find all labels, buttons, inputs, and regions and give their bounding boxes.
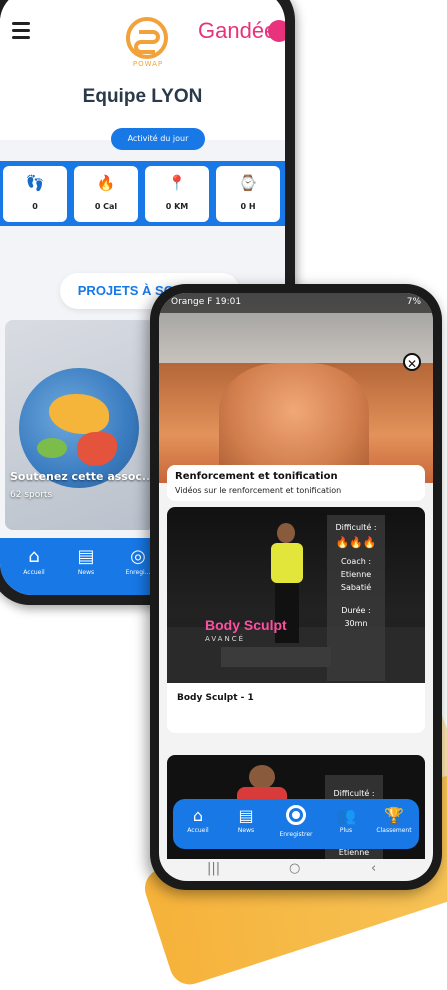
recents-icon[interactable]: ||| (207, 861, 220, 876)
nav-label: Enregistrer (279, 831, 313, 838)
nav-label: Classement (376, 827, 412, 834)
nav-label: Accueil (23, 569, 45, 576)
stat-card-hours: ⌚ 0 H (216, 166, 280, 222)
stat-card-calories: 🔥 0 Cal (74, 166, 138, 222)
status-bar: Orange F 19:01 7% (159, 293, 433, 313)
nav-item-home[interactable]: ⌂ Accueil (175, 805, 221, 834)
watch-icon: ⌚ (238, 174, 258, 192)
front-phone-screen: Orange F 19:01 7% ✕ Renforcement et toni… (159, 293, 433, 881)
partner-logo-mark (268, 20, 285, 42)
nav-label: News (237, 827, 255, 834)
front-phone: Orange F 19:01 7% ✕ Renforcement et toni… (150, 284, 442, 890)
powap-logo-text: POWAP (132, 60, 164, 68)
project-title: Soutenez cette assoc... (10, 470, 155, 483)
stat-value: 0 H (240, 202, 256, 211)
bottom-nav: ⌂ Accueil ▤ News Enregistrer 👥 Plus 🏆 Cl… (173, 799, 419, 849)
video-card[interactable]: Body Sculpt AVANCÉ Difficulté : 🔥🔥🔥 Coac… (167, 507, 425, 733)
stat-card-distance: 📍 0 KM (145, 166, 209, 222)
duration-label: Durée : (341, 606, 371, 615)
news-icon: ▤ (77, 546, 95, 567)
video-name: Body Sculpt - 1 (177, 693, 254, 703)
program-level: AVANCÉ (205, 635, 246, 643)
stat-value: 0 (32, 202, 38, 211)
home-icon: ⌂ (192, 806, 204, 825)
coach-figure (249, 765, 275, 789)
stat-value: 0 KM (165, 202, 189, 211)
nav-label: Accueil (187, 827, 209, 834)
nav-item-record[interactable]: Enregistrer (273, 805, 319, 838)
nav-label: News (77, 569, 95, 576)
coach-first-name: Etienne (340, 570, 372, 579)
flame-icon: 🔥 (96, 174, 116, 192)
program-title: Body Sculpt (205, 617, 287, 633)
coach-label: Coach : (340, 557, 372, 566)
difficulty-label: Difficulté : (335, 523, 377, 532)
record-icon (286, 805, 306, 825)
map-pin-icon: 📍 (167, 174, 187, 192)
partner-logo: Gandée (198, 18, 277, 43)
activity-button[interactable]: Activité du jour (111, 128, 205, 150)
footsteps-icon: 👣 (25, 174, 45, 192)
stat-card-steps: 👣 0 (3, 166, 67, 222)
duration-value: 30mn (344, 619, 368, 628)
hero-image (159, 293, 433, 483)
stat-value: 0 Cal (94, 202, 118, 211)
nav-item-plus[interactable]: 👥 Plus (323, 805, 369, 834)
menu-icon[interactable] (12, 22, 30, 43)
nav-item-ranking[interactable]: 🏆 Classement (371, 805, 417, 834)
project-subtitle: 62 sports (10, 490, 53, 500)
difficulty-label: Difficulté : (333, 789, 375, 798)
system-nav-bar: ||| ○ ‹ (159, 859, 433, 881)
category-subtitle: Vidéos sur le renforcement et tonificati… (175, 486, 342, 495)
powap-logo-icon (126, 17, 168, 59)
home-circle-icon[interactable]: ○ (289, 861, 300, 876)
users-icon: 👥 (336, 806, 356, 825)
back-icon[interactable]: ‹ (371, 861, 376, 876)
nav-label: Plus (339, 827, 353, 834)
nav-item-home[interactable]: ⌂ Accueil (14, 546, 54, 576)
category-card: Renforcement et tonification Vidéos sur … (167, 465, 425, 501)
coach-first-name: Etienne (338, 848, 370, 857)
coach-last-name: Sabatié (340, 583, 372, 592)
category-title: Renforcement et tonification (175, 471, 338, 482)
video-info-panel: Difficulté : 🔥🔥🔥 Coach : Etienne Sabatié… (327, 515, 385, 681)
nav-item-news[interactable]: ▤ News (223, 805, 269, 834)
team-title: Equipe LYON (82, 86, 203, 107)
podium-icon: 🏆 (384, 806, 404, 825)
carrier-time: Orange F 19:01 (171, 297, 242, 307)
video-thumbnail[interactable]: Body Sculpt AVANCÉ Difficulté : 🔥🔥🔥 Coac… (167, 507, 425, 683)
header: POWAP Gandée Equipe LYON Activité du jou… (0, 0, 285, 150)
battery-level: 7% (406, 297, 421, 307)
nav-item-news[interactable]: ▤ News (66, 546, 106, 576)
home-icon: ⌂ (28, 546, 40, 567)
difficulty-flames-icon: 🔥🔥🔥 (335, 536, 377, 549)
news-icon: ▤ (238, 806, 254, 825)
close-button[interactable]: ✕ (403, 353, 421, 371)
